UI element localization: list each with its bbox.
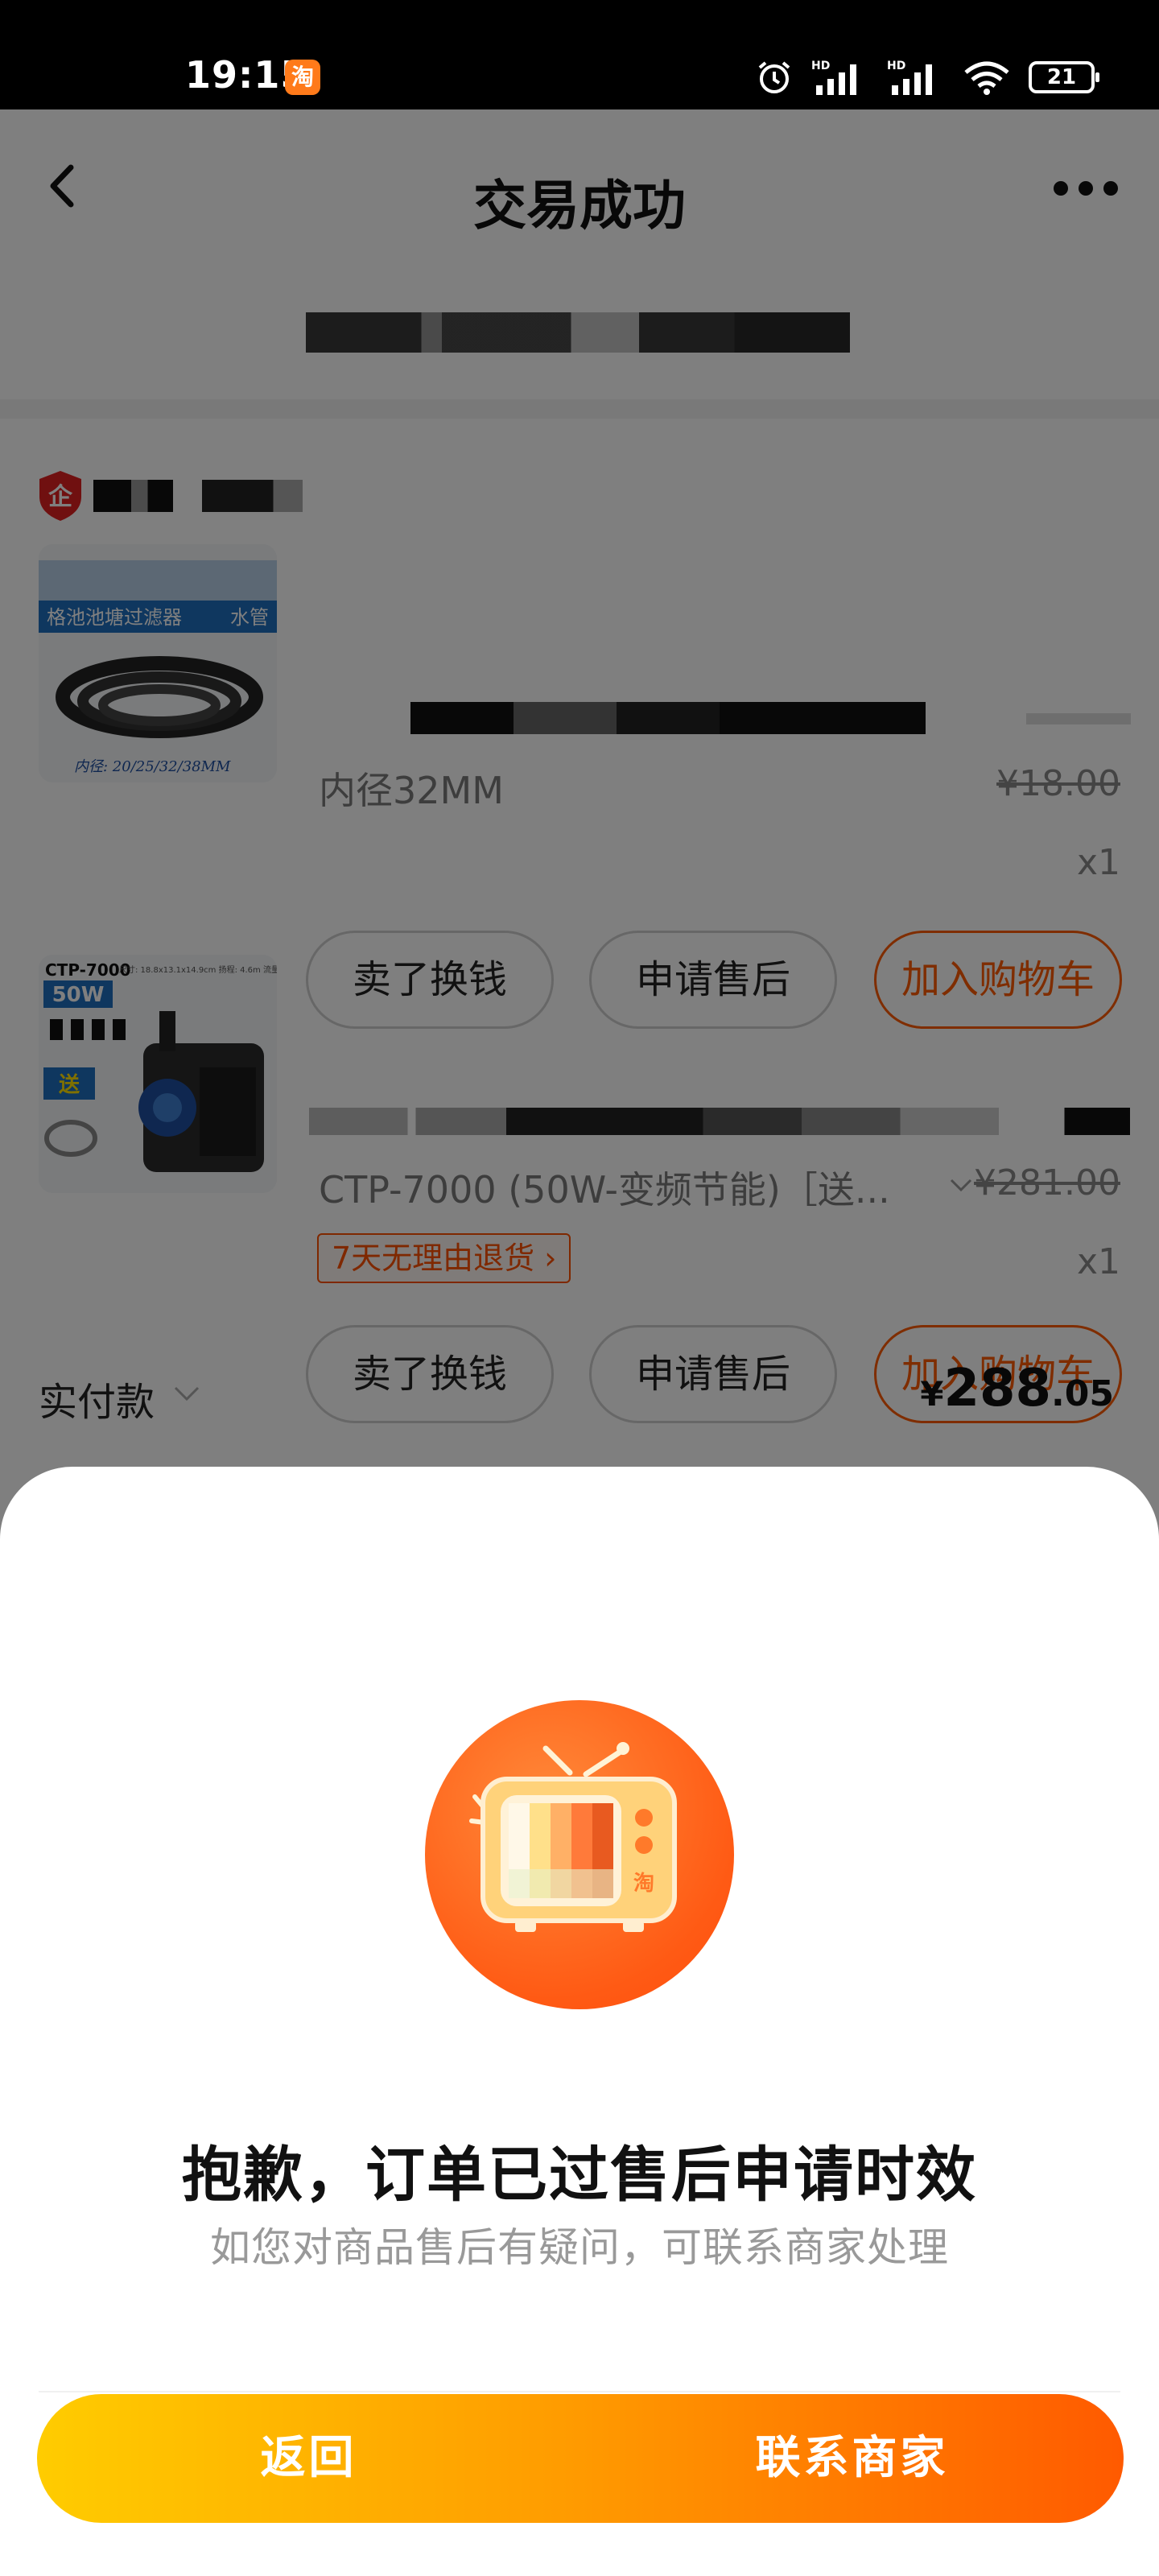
sheet-divider [39,2391,1120,2392]
after-sale-expired-sheet: 淘 抱歉，订单已过售后申请时效 如您对商品售后有疑问，可联系商家处理 返回 联系… [0,1467,1159,2576]
back-button[interactable]: 返回 [37,2394,580,2523]
signal-hd-icon: HD [811,60,856,95]
taobao-app-icon: 淘 [285,60,320,95]
alarm-icon [758,61,790,93]
status-bar: 19:15 淘 HD HD 21 [0,0,1159,109]
svg-text:淘: 淘 [633,1872,654,1896]
sheet-action-bar: 返回 联系商家 [37,2394,1124,2523]
sheet-title: 抱歉，订单已过售后申请时效 [182,2140,977,2210]
contact-seller-button[interactable]: 联系商家 [580,2394,1124,2523]
svg-text:HD: HD [887,60,905,72]
sheet-subtitle: 如您对商品售后有疑问，可联系商家处理 [210,2224,949,2271]
signal-hd-icon: HD [887,60,932,95]
battery-icon: 21 [1029,61,1099,93]
svg-text:HD: HD [811,60,830,72]
status-icons: HD HD 21 [755,56,1099,98]
wifi-icon [964,61,1009,95]
tv-icon: 淘 [425,1700,734,2009]
